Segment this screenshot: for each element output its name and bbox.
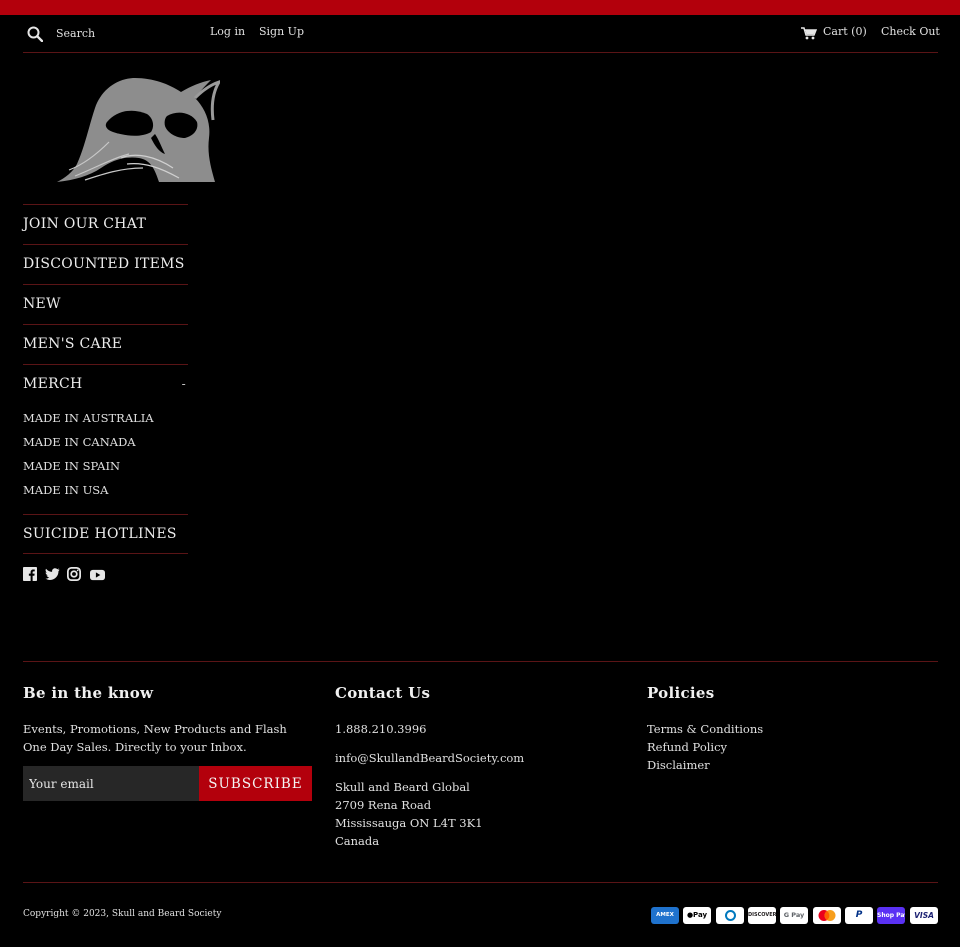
newsletter-text: Events, Promotions, New Products and Fla… [23, 722, 287, 754]
signup-link[interactable]: Sign Up [259, 25, 304, 38]
submenu-item-canada[interactable]: MADE IN CANADA [23, 430, 188, 454]
policies-title: Policies [647, 684, 715, 702]
twitter-icon[interactable] [45, 566, 61, 582]
subscribe-button[interactable]: SUBSCRIBE [199, 766, 312, 801]
instagram-icon[interactable] [67, 566, 83, 582]
contact-address: Skull and Beard Global 2709 Rena Road Mi… [335, 778, 625, 850]
submenu-item-usa[interactable]: MADE IN USA [23, 478, 188, 502]
policy-link-terms[interactable]: Terms & Conditions [647, 720, 937, 738]
copyright: Copyright © 2023, Skull and Beard Societ… [23, 909, 221, 919]
collapse-toggle-icon[interactable]: - [182, 365, 186, 403]
apple-pay-icon: ●Pay [683, 907, 711, 924]
nav-item-suicide-hotlines[interactable]: SUICIDE HOTLINES [23, 514, 188, 554]
copyright-store-link[interactable]: Skull and Beard Society [112, 909, 222, 919]
announcement-bar [0, 0, 960, 15]
email-input[interactable] [23, 766, 199, 801]
address-line: 2709 Rena Road [335, 798, 432, 812]
sidebar-navigation: JOIN OUR CHAT DISCOUNTED ITEMS NEW MEN'S… [23, 204, 188, 554]
submenu-item-australia[interactable]: MADE IN AUSTRALIA [23, 406, 188, 430]
discover-icon: DISCOVER [748, 907, 776, 924]
footer-bottom-divider [23, 882, 938, 883]
footer-divider [23, 661, 938, 662]
footer-policies: Policies Terms & Conditions Refund Polic… [647, 684, 937, 774]
footer-contact: Contact Us 1.888.210.3996 info@SkullandB… [335, 684, 625, 850]
address-line: Mississauga ON L4T 3K1 [335, 816, 483, 830]
visa-icon: VISA [910, 907, 938, 924]
checkout-link[interactable]: Check Out [881, 25, 940, 38]
google-pay-icon: G Pay [780, 907, 808, 924]
login-link[interactable]: Log in [210, 25, 245, 38]
search-icon[interactable] [27, 26, 43, 42]
nav-item-mens-care[interactable]: MEN'S CARE [23, 324, 188, 364]
nav-item-merch[interactable]: MERCH - [23, 364, 188, 404]
site-header: Log in Sign Up Cart (0) Check Out [23, 15, 940, 53]
nav-item-label: MERCH [23, 376, 83, 392]
policy-link-refund[interactable]: Refund Policy [647, 738, 937, 756]
copyright-text: Copyright © 2023, [23, 909, 112, 919]
merch-submenu: MADE IN AUSTRALIA MADE IN CANADA MADE IN… [23, 404, 188, 514]
facebook-icon[interactable] [23, 566, 39, 582]
newsletter-title: Be in the know [23, 684, 154, 702]
search-input[interactable] [56, 23, 196, 43]
american-express-icon: AMEX [651, 907, 679, 924]
contact-email: info@SkullandBeardSociety.com [335, 751, 525, 765]
paypal-icon: P [845, 907, 873, 924]
youtube-icon[interactable] [90, 566, 106, 582]
address-line: Canada [335, 834, 380, 848]
cart-link[interactable]: Cart (0) [823, 25, 867, 38]
policy-link-disclaimer[interactable]: Disclaimer [647, 756, 937, 774]
shop-pay-icon: Shop Pay [877, 907, 905, 924]
footer-newsletter: Be in the know Events, Promotions, New P… [23, 684, 313, 756]
site-logo[interactable] [55, 72, 220, 184]
contact-title: Contact Us [335, 684, 431, 702]
nav-item-discounted-items[interactable]: DISCOUNTED ITEMS [23, 244, 188, 284]
submenu-item-spain[interactable]: MADE IN SPAIN [23, 454, 188, 478]
mastercard-icon [813, 907, 841, 924]
address-line: Skull and Beard Global [335, 780, 470, 794]
payment-label: Pay [693, 911, 708, 919]
nav-item-new[interactable]: NEW [23, 284, 188, 324]
nav-item-join-our-chat[interactable]: JOIN OUR CHAT [23, 204, 188, 244]
contact-phone: 1.888.210.3996 [335, 722, 427, 736]
diners-club-icon [716, 907, 744, 924]
cart-icon[interactable] [801, 27, 817, 40]
